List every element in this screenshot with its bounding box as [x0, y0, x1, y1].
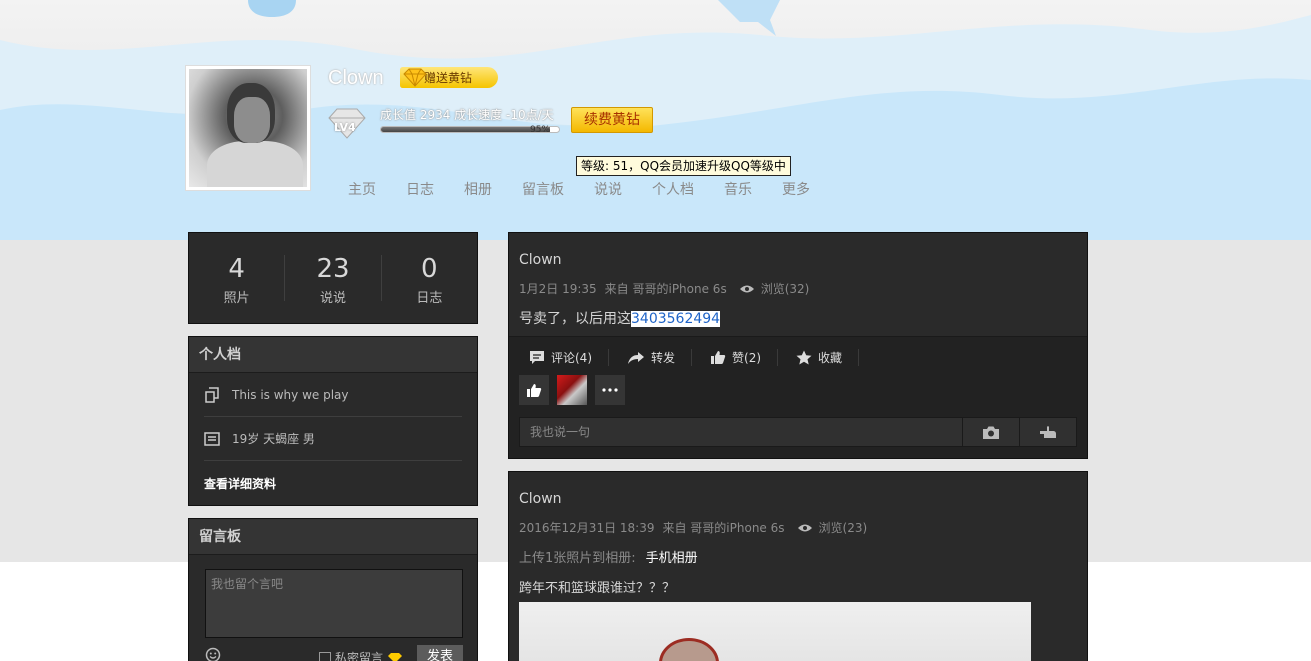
thumbs-up-icon [711, 351, 726, 364]
upload-line: 上传1张照片到相册: 手机相册 [519, 547, 698, 566]
nav-home[interactable]: 主页 [348, 179, 376, 199]
profile-panel: 个人档 This is why we play 19岁 天蝎座 男 查看详细资料 [188, 336, 478, 506]
liker-avatar[interactable] [557, 375, 587, 405]
profile-title: 个人档 [189, 337, 477, 373]
favorite-label: 收藏 [818, 351, 843, 365]
thumbs-up-icon [527, 383, 542, 397]
feed-author[interactable]: Clown [519, 491, 562, 507]
message-board-panel: 留言板 我也留个言吧 私密留言 发表 [188, 518, 478, 661]
gift-badge-label: 赠送黄钻 [424, 71, 473, 85]
growth-text: 成长值 2934 成长速度 -10点/天 [380, 108, 554, 122]
feed-content-highlight[interactable]: 3403562494 [631, 311, 721, 327]
stats-panel: 4 照片 23 说说 0 日志 [188, 232, 478, 324]
feed-item: Clown 2016年12月31日 18:39 来自 哥哥的iPhone 6s … [508, 471, 1088, 661]
nav-shuoshuo[interactable]: 说说 [594, 179, 622, 199]
private-message-option[interactable]: 私密留言 [319, 649, 403, 661]
ellipsis-icon [602, 388, 618, 392]
comment-button[interactable]: 评论(4) [529, 349, 609, 366]
camera-icon [983, 426, 999, 439]
upload-text: 上传1张照片到相册: [519, 551, 636, 566]
profile-motto-row: This is why we play [204, 373, 462, 417]
feed-photo[interactable] [519, 602, 1031, 661]
likes-row [519, 375, 633, 405]
star-icon [796, 350, 812, 365]
avatar[interactable] [185, 65, 311, 191]
feed-item: Clown 1月2日 19:35 来自 哥哥的iPhone 6s 浏览(32) … [508, 232, 1088, 459]
stat-photos-label: 照片 [223, 291, 250, 306]
eye-icon [797, 524, 812, 531]
camera-button[interactable] [962, 418, 1019, 446]
comment-icon [530, 351, 544, 364]
like-button[interactable]: 赞(2) [710, 349, 779, 366]
feed-content: 号卖了，以后用这3403562494 [519, 308, 721, 328]
nav-message-board[interactable]: 留言板 [522, 179, 564, 199]
nav-album[interactable]: 相册 [464, 179, 492, 199]
like-label: 赞(2) [732, 351, 762, 365]
emoji-icon[interactable] [205, 647, 221, 661]
eye-icon [739, 285, 754, 292]
stat-blogs-count: 0 [421, 254, 438, 284]
nav-more[interactable]: 更多 [782, 179, 810, 199]
message-board-title: 留言板 [189, 519, 477, 555]
nav-blog[interactable]: 日志 [406, 179, 434, 199]
signature-icon [205, 386, 219, 403]
comment-box: 我也说一句 [519, 417, 1077, 447]
feed-time: 1月2日 19:35 [519, 282, 597, 296]
feed-source: 来自 哥哥的iPhone 6s [604, 282, 727, 296]
message-footer: 私密留言 发表 [205, 645, 463, 661]
forward-label: 转发 [651, 351, 676, 365]
growth-percent: 95% [530, 125, 551, 135]
stat-shuoshuo[interactable]: 23 说说 [285, 254, 382, 306]
feed-meta: 2016年12月31日 18:39 来自 哥哥的iPhone 6s 浏览(23) [519, 519, 867, 536]
yellow-diamond-icon [388, 652, 403, 661]
profile-info-row: 19岁 天蝎座 男 [204, 417, 462, 461]
feed-actions: 评论(4) 转发 赞(2) 收藏 我也说一句 [509, 336, 1087, 458]
main-nav: 主页 日志 相册 留言板 说说 个人档 音乐 更多 [348, 179, 840, 199]
feed-views: 浏览(32) [739, 280, 810, 297]
favorite-button[interactable]: 收藏 [796, 349, 860, 366]
private-checkbox[interactable] [319, 651, 331, 661]
comment-input[interactable]: 我也说一句 [520, 418, 962, 446]
profile-detail-link[interactable]: 查看详细资料 [204, 461, 462, 505]
stat-photos-count: 4 [228, 254, 245, 284]
feed-views-count: 浏览(23) [818, 521, 868, 535]
username[interactable]: Clown [328, 67, 384, 90]
hand-point-icon [1040, 426, 1056, 438]
profile-info: 19岁 天蝎座 男 [232, 432, 315, 446]
level-badge[interactable]: LV4 [325, 106, 369, 140]
feed-content-text: 号卖了，以后用这 [519, 311, 631, 327]
album-link[interactable]: 手机相册 [646, 551, 698, 566]
feed-time: 2016年12月31日 18:39 [519, 521, 655, 535]
more-likers-button[interactable] [595, 375, 625, 405]
profile-motto: This is why we play [232, 387, 349, 402]
nav-profile[interactable]: 个人档 [652, 179, 694, 199]
feed-source: 来自 哥哥的iPhone 6s [662, 521, 785, 535]
private-label: 私密留言 [335, 651, 384, 661]
feed-meta: 1月2日 19:35 来自 哥哥的iPhone 6s 浏览(32) [519, 280, 809, 297]
feed-views-count: 浏览(32) [760, 282, 810, 296]
feed-views: 浏览(23) [797, 519, 868, 536]
message-input[interactable]: 我也留个言吧 [205, 569, 463, 638]
stat-shuoshuo-label: 说说 [319, 291, 346, 306]
stat-blogs[interactable]: 0 日志 [382, 254, 477, 306]
publish-button[interactable]: 发表 [417, 645, 463, 661]
nav-music[interactable]: 音乐 [724, 179, 752, 199]
stat-blogs-label: 日志 [416, 291, 443, 306]
diamond-icon [403, 68, 427, 87]
feed-caption: 跨年不和篮球跟谁过？？？ [519, 581, 676, 596]
level-label: LV4 [334, 121, 356, 134]
forward-icon [628, 351, 644, 364]
level-tooltip: 等级: 51，QQ会员加速升级QQ等级中 [576, 156, 791, 176]
info-card-icon [204, 431, 220, 446]
gift-yellow-diamond-badge[interactable]: 赠送黄钻 [400, 67, 498, 88]
liked-thumb-button[interactable] [519, 375, 549, 405]
feed-author[interactable]: Clown [519, 252, 562, 268]
forward-button[interactable]: 转发 [627, 349, 693, 366]
stat-shuoshuo-count: 23 [316, 254, 350, 284]
stat-photos[interactable]: 4 照片 [189, 254, 286, 306]
mention-button[interactable] [1019, 418, 1076, 446]
comment-label: 评论(4) [551, 351, 592, 365]
renew-yellow-diamond-button[interactable]: 续费黄钻 [571, 107, 653, 133]
